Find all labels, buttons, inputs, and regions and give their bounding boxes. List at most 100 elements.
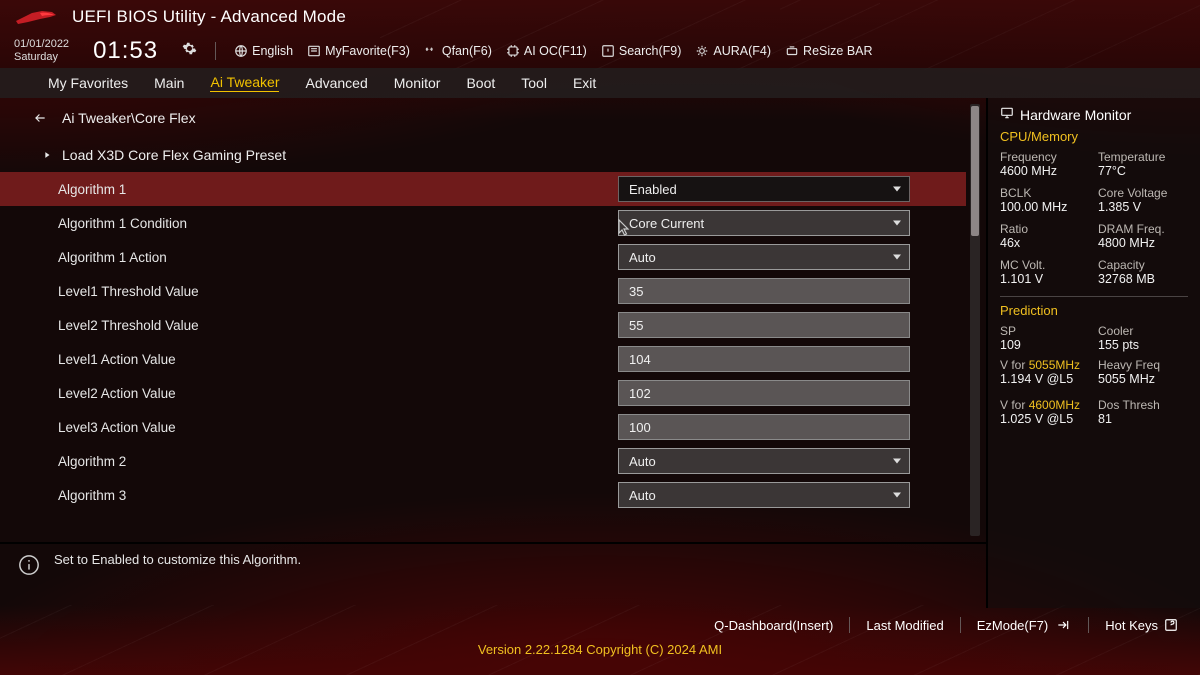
setting-row[interactable]: Algorithm 3Auto (0, 478, 966, 512)
tab-boot[interactable]: Boot (466, 75, 495, 91)
qfan-button[interactable]: Qfan(F6) (424, 44, 492, 58)
text-input[interactable]: 100 (618, 414, 910, 440)
tab-ai-tweaker[interactable]: Ai Tweaker (210, 74, 279, 92)
setting-label: Algorithm 1 (58, 182, 618, 197)
setting-row[interactable]: Algorithm 2Auto (0, 444, 966, 478)
hw-value: 1.385 V (1098, 200, 1188, 214)
breadcrumb: Ai Tweaker\Core Flex (62, 110, 196, 126)
hw-label: Dos Thresh (1098, 398, 1188, 412)
hw-value: 4800 MHz (1098, 236, 1188, 250)
hw-value: 1.025 V @L5 (1000, 412, 1090, 426)
clock: 01:53 (93, 37, 158, 65)
chevron-right-icon (42, 147, 52, 163)
gear-icon[interactable] (182, 41, 197, 61)
hw-value: 5055 MHz (1098, 372, 1188, 386)
hw-label: SP (1000, 324, 1090, 338)
setting-row[interactable]: Level2 Threshold Value55 (0, 308, 966, 342)
hw-label: BCLK (1000, 186, 1090, 200)
dropdown[interactable]: Core Current (618, 210, 910, 236)
setting-row[interactable]: Algorithm 1Enabled (0, 172, 966, 206)
scrollbar-thumb[interactable] (971, 106, 979, 236)
qdashboard-button[interactable]: Q-Dashboard(Insert) (714, 618, 833, 633)
hw-label: Capacity (1098, 258, 1188, 272)
chevron-down-icon (893, 493, 901, 498)
info-icon (18, 554, 40, 579)
dropdown[interactable]: Auto (618, 482, 910, 508)
setting-label: Algorithm 3 (58, 488, 618, 503)
setting-label: Algorithm 2 (58, 454, 618, 469)
back-icon[interactable] (30, 111, 50, 125)
hw-label: V for 4600MHz (1000, 398, 1090, 412)
ezmode-button[interactable]: EzMode(F7) (977, 618, 1073, 633)
hw-value: 46x (1000, 236, 1090, 250)
hw-label: Cooler (1098, 324, 1188, 338)
setting-row[interactable]: Level3 Action Value100 (0, 410, 966, 444)
setting-row[interactable]: Algorithm 1 ActionAuto (0, 240, 966, 274)
sidebar-section-prediction: Prediction (1000, 303, 1188, 318)
myfavorite-button[interactable]: MyFavorite(F3) (307, 44, 410, 58)
hw-value: 1.194 V @L5 (1000, 372, 1090, 386)
tab-monitor[interactable]: Monitor (394, 75, 441, 91)
hw-label: MC Volt. (1000, 258, 1090, 272)
tab-tool[interactable]: Tool (521, 75, 547, 91)
search-button[interactable]: Search(F9) (601, 44, 682, 58)
text-input[interactable]: 104 (618, 346, 910, 372)
tab-advanced[interactable]: Advanced (305, 75, 367, 91)
sidebar-section-cpu: CPU/Memory (1000, 129, 1188, 144)
resizebar-button[interactable]: ReSize BAR (785, 44, 872, 58)
monitor-icon (1000, 106, 1014, 123)
hw-label: DRAM Freq. (1098, 222, 1188, 236)
hardware-monitor-panel: Hardware Monitor CPU/Memory Frequency460… (986, 98, 1200, 608)
hw-value: 77°C (1098, 164, 1188, 178)
hw-value: 4600 MHz (1000, 164, 1090, 178)
setting-label: Algorithm 1 Action (58, 250, 618, 265)
date-block: 01/01/2022 Saturday (14, 38, 69, 64)
hw-label: Core Voltage (1098, 186, 1188, 200)
help-text: Set to Enabled to customize this Algorit… (54, 552, 301, 567)
aioc-button[interactable]: AI OC(F11) (506, 44, 587, 58)
setting-row[interactable]: Level2 Action Value102 (0, 376, 966, 410)
dropdown[interactable]: Auto (618, 448, 910, 474)
hw-value: 81 (1098, 412, 1188, 426)
setting-label: Level2 Action Value (58, 386, 618, 401)
subheading[interactable]: Load X3D Core Flex Gaming Preset (62, 147, 286, 163)
tab-main[interactable]: Main (154, 75, 184, 91)
setting-label: Level1 Threshold Value (58, 284, 618, 299)
language-button[interactable]: English (234, 44, 293, 58)
hw-label: Frequency (1000, 150, 1090, 164)
text-input[interactable]: 35 (618, 278, 910, 304)
chevron-down-icon (893, 459, 901, 464)
text-input[interactable]: 102 (618, 380, 910, 406)
help-panel: Set to Enabled to customize this Algorit… (0, 542, 986, 608)
chevron-down-icon (893, 221, 901, 226)
version-text: Version 2.22.1284 Copyright (C) 2024 AMI (0, 642, 1200, 662)
hw-label: Temperature (1098, 150, 1188, 164)
setting-label: Level1 Action Value (58, 352, 618, 367)
setting-row[interactable]: Level1 Action Value104 (0, 342, 966, 376)
scrollbar[interactable] (970, 104, 980, 536)
tab-exit[interactable]: Exit (573, 75, 596, 91)
setting-label: Algorithm 1 Condition (58, 216, 618, 231)
dropdown[interactable]: Enabled (618, 176, 910, 202)
setting-label: Level2 Threshold Value (58, 318, 618, 333)
setting-row[interactable]: Algorithm 1 ConditionCore Current (0, 206, 966, 240)
rog-logo-icon (14, 7, 58, 27)
chevron-down-icon (893, 255, 901, 260)
setting-row[interactable]: Level1 Threshold Value35 (0, 274, 966, 308)
app-title: UEFI BIOS Utility - Advanced Mode (72, 7, 346, 27)
hw-value: 100.00 MHz (1000, 200, 1090, 214)
tab-my-favorites[interactable]: My Favorites (48, 75, 128, 91)
hotkeys-button[interactable]: Hot Keys (1105, 618, 1178, 633)
hw-value: 155 pts (1098, 338, 1188, 352)
aura-button[interactable]: AURA(F4) (695, 44, 771, 58)
dropdown[interactable]: Auto (618, 244, 910, 270)
hw-label: V for 5055MHz (1000, 358, 1090, 372)
hw-value: 109 (1000, 338, 1090, 352)
setting-label: Level3 Action Value (58, 420, 618, 435)
text-input[interactable]: 55 (618, 312, 910, 338)
chevron-down-icon (893, 187, 901, 192)
last-modified-button[interactable]: Last Modified (866, 618, 943, 633)
hw-value: 32768 MB (1098, 272, 1188, 286)
main-tabs: My Favorites Main Ai Tweaker Advanced Monito… (0, 68, 1200, 98)
hw-label: Ratio (1000, 222, 1090, 236)
